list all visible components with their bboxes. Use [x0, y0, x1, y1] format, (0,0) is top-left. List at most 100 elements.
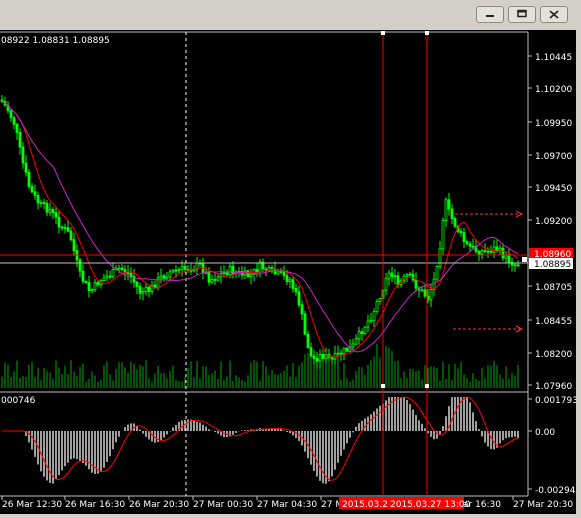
candle-body — [48, 209, 52, 213]
candlesticks — [0, 95, 520, 369]
candle-body — [396, 275, 400, 286]
ohlc-readout: 08922 1.08831 1.08895 — [1, 36, 110, 46]
candle-body — [0, 99, 4, 102]
candle-body — [159, 275, 163, 279]
candle-body — [171, 269, 175, 273]
candle-body — [297, 291, 301, 306]
candle-body — [57, 216, 61, 228]
chart-window-titlebar — [0, 0, 581, 30]
candle-body — [513, 264, 517, 267]
restore-button[interactable] — [508, 6, 536, 23]
candle-body — [24, 162, 28, 173]
candle-body — [450, 208, 454, 219]
time-tick: 26 Mar 12:30 — [2, 500, 62, 510]
oscillator-histogram — [25, 397, 519, 484]
time-tick: 26 Mar 20:30 — [129, 500, 189, 510]
candle-body — [180, 266, 184, 270]
candle-body — [81, 270, 85, 282]
candle-body — [45, 202, 49, 213]
candle-body — [300, 304, 304, 315]
chart-canvas[interactable]: 08922 1.08831 1.08895 1.10445 1.10200 1.… — [0, 30, 581, 514]
candle-body — [15, 123, 19, 133]
candle-body — [498, 247, 502, 251]
price-tick: 1.08200 — [535, 350, 572, 360]
candle-body — [285, 275, 289, 283]
price-tick: 1.09200 — [535, 217, 572, 227]
price-tick: 1.07960 — [535, 382, 572, 392]
candle-body — [384, 278, 388, 291]
candle-body — [168, 271, 172, 278]
candle-body — [333, 353, 337, 360]
candle-body — [135, 281, 139, 287]
candle-body — [21, 146, 25, 164]
osc-tick: 0.00 — [535, 428, 555, 438]
price-chart[interactable]: 08922 1.08831 1.08895 1.10445 1.10200 1.… — [0, 30, 581, 514]
candle-body — [390, 272, 394, 277]
candle-body — [339, 352, 343, 355]
vline2-time-tag-text: 2015.03.27 13:00 — [390, 500, 471, 510]
price-tick: 1.10200 — [535, 85, 572, 95]
candle-body — [411, 273, 415, 281]
terminal-window: 08922 1.08831 1.08895 1.10445 1.10200 1.… — [0, 0, 581, 514]
candle-body — [42, 202, 46, 204]
candle-body — [363, 326, 367, 334]
osc-tick: 0.001793 — [535, 396, 576, 406]
candle-body — [216, 276, 220, 281]
price-tick: 1.09950 — [535, 119, 572, 129]
candle-body — [87, 282, 91, 291]
candle-body — [444, 199, 448, 221]
candle-body — [120, 267, 124, 271]
vline1-top-handle[interactable] — [381, 31, 385, 35]
price-line-handle[interactable] — [522, 257, 527, 262]
vline1-bottom-handle[interactable] — [381, 384, 385, 388]
candle-body — [177, 269, 181, 271]
candle-body — [54, 212, 58, 218]
minimize-button[interactable] — [476, 6, 504, 23]
candle-body — [435, 265, 439, 280]
bid-price-tag-text: 1.08895 — [534, 260, 571, 270]
candle-body — [12, 117, 16, 125]
candle-body — [441, 219, 445, 250]
candle-body — [507, 254, 511, 263]
candle-body — [306, 333, 310, 348]
candle-body — [78, 259, 82, 272]
candle-body — [459, 230, 463, 233]
candle-body — [138, 286, 142, 294]
candle-body — [60, 226, 64, 229]
candle-body — [294, 288, 298, 293]
candle-body — [126, 272, 130, 275]
candle-body — [492, 246, 496, 253]
candle-body — [447, 199, 451, 210]
time-axis: 26 Mar 12:30 26 Mar 16:30 26 Mar 20:30 2… — [1, 496, 573, 510]
candle-body — [423, 289, 427, 297]
candle-body — [225, 272, 229, 276]
candle-body — [210, 279, 214, 283]
candle-body — [372, 310, 376, 321]
vline2-bottom-handle[interactable] — [425, 384, 429, 388]
close-button[interactable] — [540, 6, 568, 23]
candle-body — [117, 267, 121, 270]
candle-body — [84, 280, 88, 283]
time-tick: 26 Mar 16:30 — [65, 500, 125, 510]
candle-body — [480, 250, 484, 255]
price-tick: 1.08455 — [535, 317, 572, 327]
candle-body — [108, 275, 112, 278]
candle-body — [36, 195, 40, 204]
candle-body — [144, 286, 148, 292]
candle-body — [318, 354, 322, 362]
price-tick: 1.08705 — [535, 283, 572, 293]
volume-bars — [1, 343, 519, 388]
candle-body — [9, 110, 13, 119]
candle-body — [477, 250, 481, 255]
candle-body — [471, 245, 475, 248]
ma-slow-line — [1, 100, 519, 353]
candle-body — [414, 279, 418, 289]
candle-body — [429, 289, 433, 301]
candle-body — [465, 241, 469, 245]
candle-body — [501, 247, 505, 259]
candle-body — [420, 289, 424, 292]
candle-body — [315, 358, 319, 362]
candle-body — [105, 275, 109, 279]
vline2-top-handle[interactable] — [425, 31, 429, 35]
candle-body — [312, 355, 316, 359]
